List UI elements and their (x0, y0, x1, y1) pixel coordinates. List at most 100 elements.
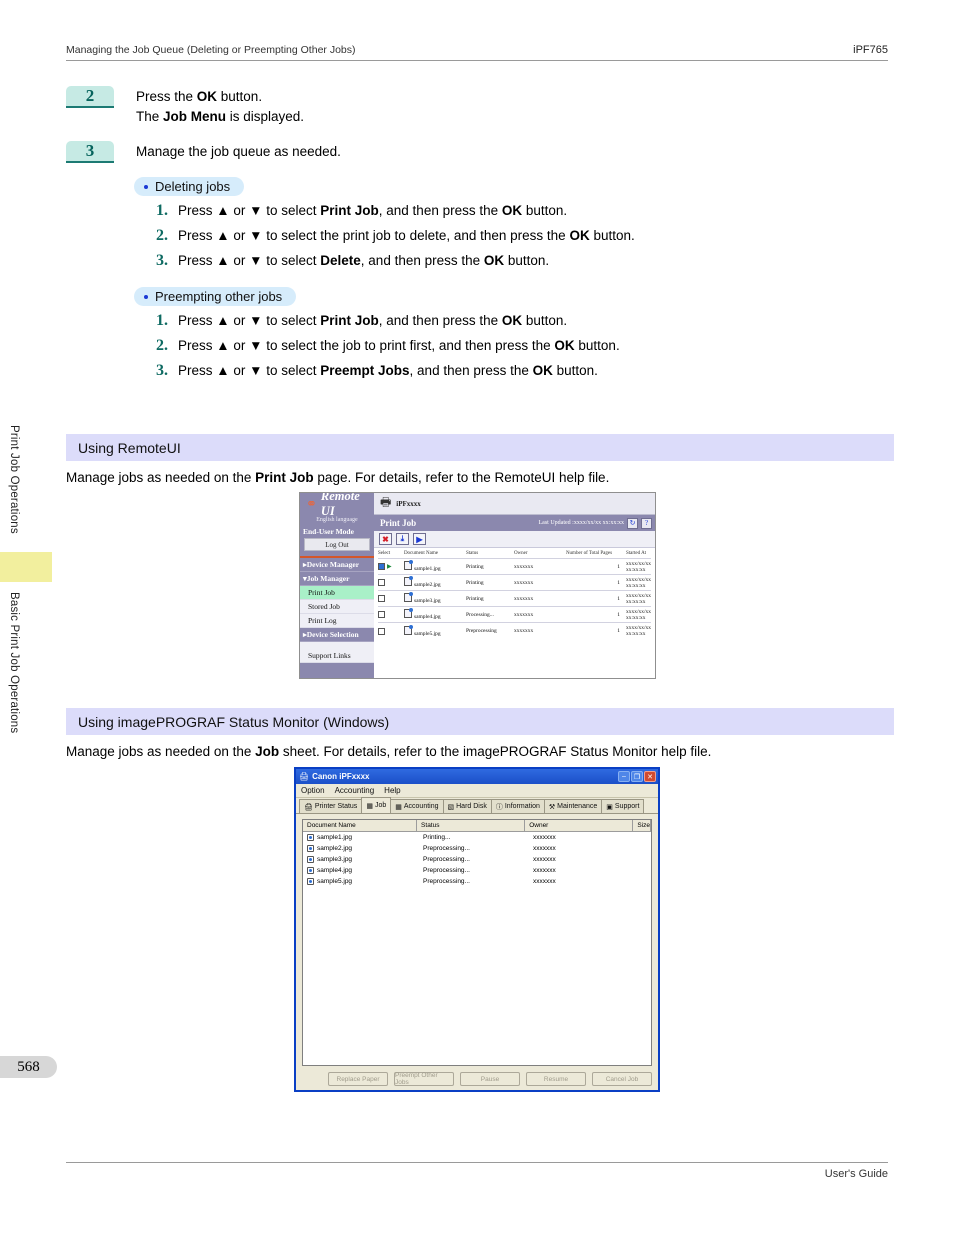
tab-accounting[interactable]: ▦ Accounting (390, 799, 444, 813)
row-status: Preprocessing (465, 628, 497, 634)
col-status[interactable]: Status (417, 820, 526, 832)
row-document-name: sample2.jpg (413, 582, 441, 588)
row-status: Printing... (423, 834, 451, 841)
row-pages: 1 (617, 595, 620, 602)
list-item[interactable]: sample3.jpg Preprocessing... xxxxxxx (303, 854, 651, 865)
active-job-icon: ▶ (386, 564, 392, 570)
nav-item-print-job[interactable]: Print Job (300, 586, 374, 600)
nav-group-job-manager[interactable]: ▾Job Manager (300, 572, 374, 586)
row-checkbox[interactable] (377, 579, 385, 586)
remoteui-logo: ⚭ Remote UI (300, 493, 374, 518)
col-size[interactable]: Size (633, 820, 651, 832)
table-row[interactable]: sample5.jpg Preprocessing xxxxxxx 1 xxxx… (377, 623, 651, 639)
table-row[interactable]: sample2.jpg Printing xxxxxxx 1 xxxx/xx/x… (377, 575, 651, 591)
list-item[interactable]: sample4.jpg Preprocessing... xxxxxxx (303, 865, 651, 876)
table-row[interactable]: ▶ sample1.jpg Printing xxxxxxx 1 xxxx/xx… (377, 559, 651, 575)
tab-maintenance[interactable]: ⚒ Maintenance (543, 799, 603, 813)
start-job-icon[interactable]: ▶ (412, 533, 426, 545)
minimize-button[interactable]: – (618, 771, 630, 782)
printer-status-icon: 🖨 (304, 803, 313, 811)
bullet-icon (144, 184, 148, 189)
list-item-text: Press ▲ or ▼ to select the print job to … (178, 228, 635, 243)
app-icon: 🖨 (299, 772, 310, 781)
list-item[interactable]: sample1.jpg Printing... xxxxxxx (303, 832, 651, 843)
row-owner: xxxxxxx (533, 845, 556, 852)
col-owner: Owner (513, 550, 528, 556)
help-icon[interactable]: ? (641, 517, 652, 529)
nav-spacer (300, 642, 374, 649)
nav-item-stored-job[interactable]: Stored Job (300, 600, 374, 614)
menu-accounting[interactable]: Accounting (335, 786, 375, 795)
support-icon: ▣ (606, 803, 613, 811)
page-header: Managing the Job Queue (Deleting or Pree… (66, 44, 888, 61)
close-button[interactable]: ✕ (644, 771, 656, 782)
list-header-row: Document Name Status Owner Size (303, 820, 651, 832)
nav-group-device-manager[interactable]: ▸Device Manager (300, 558, 374, 572)
tab-support[interactable]: ▣ Support (601, 799, 645, 813)
row-status: Preprocessing... (423, 878, 470, 885)
remoteui-page-title: Print Job (379, 518, 417, 528)
remoteui-logout-button[interactable]: Log Out (304, 538, 370, 551)
list-item[interactable]: sample5.jpg Preprocessing... xxxxxxx (303, 876, 651, 887)
row-checkbox[interactable] (377, 595, 385, 602)
row-pages: 1 (617, 563, 620, 570)
preempt-other-jobs-button[interactable]: Preempt Other Jobs (394, 1072, 454, 1086)
remoteui-screenshot: ⚭ Remote UI English language End-User Mo… (299, 492, 656, 679)
remoteui-main: 🖶 iPFxxxx Print Job Last Updated :xxxx/x… (373, 493, 655, 678)
step-2-number: 2 (66, 86, 114, 108)
row-document-name: sample4.jpg (413, 614, 441, 620)
list-item-text: Press ▲ or ▼ to select Print Job, and th… (178, 203, 568, 218)
job-item-icon (307, 834, 314, 841)
cancel-job-button[interactable]: Cancel Job (592, 1072, 652, 1086)
nav-item-support-links[interactable]: Support Links (300, 649, 374, 663)
table-row[interactable]: sample3.jpg Printing xxxxxxx 1 xxxx/xx/x… (377, 591, 651, 607)
col-owner[interactable]: Owner (525, 820, 634, 832)
pause-button[interactable]: Pause (460, 1072, 520, 1086)
side-tab-print-job-operations: Print Job Operations (8, 425, 20, 534)
tab-hard-disk[interactable]: ▧ Hard Disk (442, 799, 492, 813)
tab-printer-status[interactable]: 🖨 Printer Status (299, 799, 363, 813)
row-document-name: sample5.jpg (413, 630, 441, 637)
row-owner: xxxxxxx (533, 834, 556, 841)
remote-ui-logo-icon: ⚭ (306, 496, 317, 511)
menu-help[interactable]: Help (384, 786, 400, 795)
row-checkbox[interactable] (377, 563, 385, 570)
row-checkbox[interactable] (377, 611, 385, 618)
menu-bar: Option Accounting Help (296, 784, 658, 798)
window-title-bar: 🖨 Canon iPFxxxx – ❐ ✕ (296, 769, 658, 784)
tab-bar: 🖨 Printer Status ▦ Job ▦ Accounting ▧ Hard D… (296, 797, 658, 814)
replace-paper-button[interactable]: Replace Paper (328, 1072, 388, 1086)
col-document-name: Document Name (403, 550, 438, 556)
row-document-name: sample3.jpg (317, 856, 353, 863)
table-header-row: Select Document Name Status Owner Number… (377, 548, 651, 559)
delete-job-icon[interactable]: ✖ (378, 533, 392, 545)
nav-group-device-selection[interactable]: ▸Device Selection (300, 628, 374, 642)
col-started-at: Started At (625, 550, 647, 556)
job-item-icon (307, 845, 314, 852)
job-item-icon (307, 867, 314, 874)
nav-item-print-log[interactable]: Print Log (300, 614, 374, 628)
row-checkbox[interactable] (377, 627, 385, 635)
list-item-number: 2. (156, 337, 168, 354)
list-item-text: Press ▲ or ▼ to select Delete, and then … (178, 253, 550, 268)
list-item[interactable]: sample2.jpg Preprocessing... xxxxxxx (303, 843, 651, 854)
menu-option[interactable]: Option (301, 786, 325, 795)
row-owner: xxxxxxx (513, 595, 534, 602)
maximize-button[interactable]: ❐ (631, 771, 643, 782)
tab-job[interactable]: ▦ Job (361, 797, 392, 813)
dialog-buttons: Replace Paper Preempt Other Jobs Pause R… (302, 1066, 652, 1086)
move-to-bottom-icon[interactable]: ⤓ (395, 533, 409, 545)
row-pages: 1 (617, 628, 620, 634)
remoteui-toolbar: ✖ ⤓ ▶ (373, 531, 655, 548)
list-item-number: 1. (156, 312, 168, 329)
list-item: 2. Press ▲ or ▼ to select the job to pri… (156, 337, 894, 355)
table-row[interactable]: sample4.jpg Processing... xxxxxxx 1 xxxx… (377, 607, 651, 623)
page-content: 2 Press the OK button. The Job Menu is d… (66, 86, 894, 387)
refresh-icon[interactable]: ↻ (627, 517, 638, 529)
hard-disk-icon: ▧ (447, 803, 455, 811)
resume-button[interactable]: Resume (526, 1072, 586, 1086)
col-select: Select (377, 550, 391, 556)
tab-information[interactable]: ⓘ Information (490, 799, 545, 813)
row-started-at: xxxx/xx/xx xx:xx:xx (625, 625, 651, 637)
col-document-name[interactable]: Document Name (303, 820, 418, 832)
